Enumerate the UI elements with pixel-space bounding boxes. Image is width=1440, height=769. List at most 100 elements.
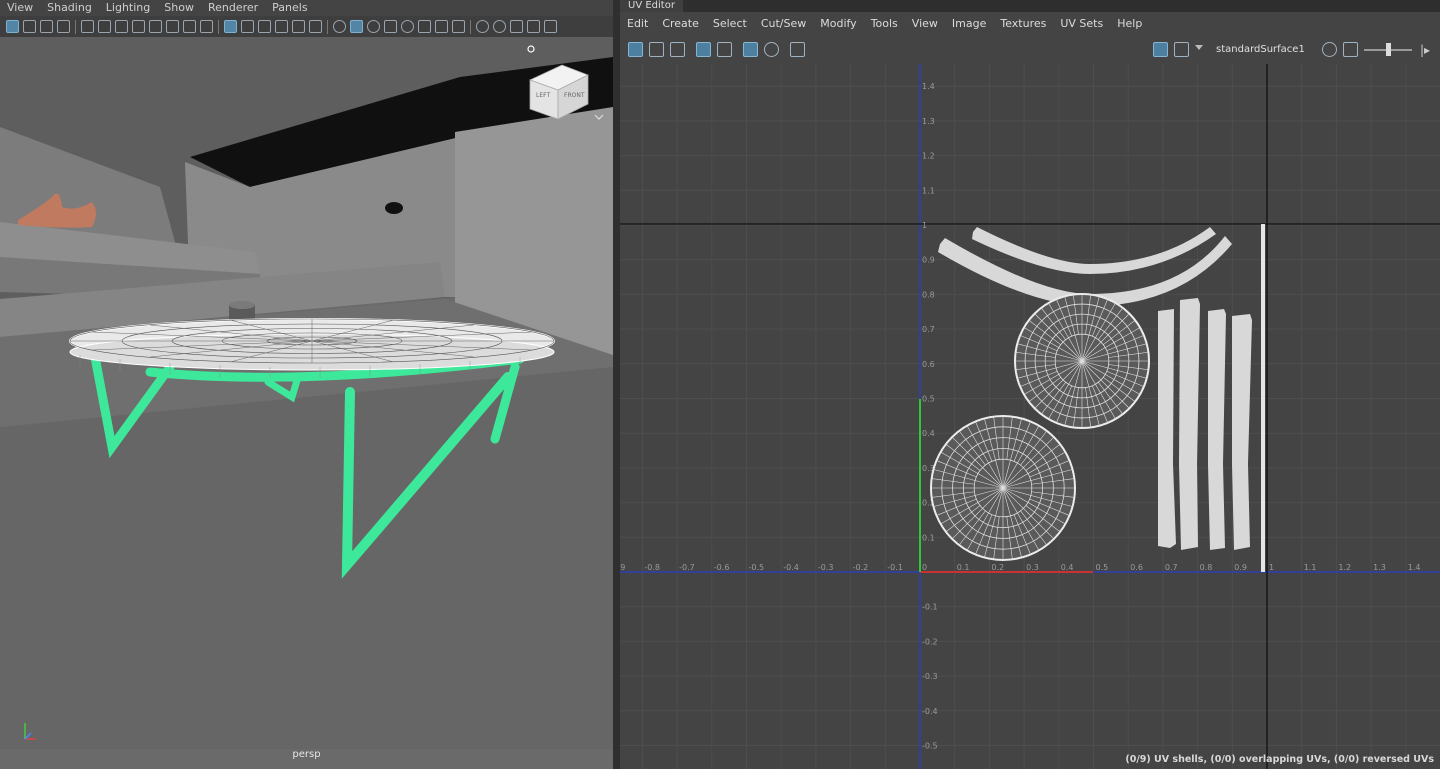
motion-blur-icon[interactable] xyxy=(418,20,431,33)
uv-shell-circle-upper[interactable] xyxy=(1014,293,1150,429)
lighting-sphere-icon[interactable] xyxy=(476,20,489,33)
uv-refresh-icon[interactable] xyxy=(1322,42,1337,57)
default-material-icon[interactable] xyxy=(258,20,271,33)
view-cube-front-label: FRONT xyxy=(564,92,585,99)
v-axis-label: 1.3 xyxy=(922,117,935,126)
viewport-menu-show[interactable]: Show xyxy=(157,0,201,16)
uv-toolbar-expand-icon[interactable]: |▸ xyxy=(1420,43,1430,57)
uv-menu-textures[interactable]: Textures xyxy=(993,17,1053,30)
uv-menu-image[interactable]: Image xyxy=(945,17,993,30)
viewport-menu-view[interactable]: View xyxy=(0,0,40,16)
uv-menu-view[interactable]: View xyxy=(905,17,945,30)
uv-menu-help[interactable]: Help xyxy=(1110,17,1149,30)
wireframe-icon[interactable] xyxy=(224,20,237,33)
panel-divider[interactable] xyxy=(613,0,620,769)
uv-editor-panel: UV Editor Edit Create Select Cut/Sew Mod… xyxy=(620,0,1440,769)
safe-action-icon[interactable] xyxy=(149,20,162,33)
uv-menu-modify[interactable]: Modify xyxy=(813,17,863,30)
anti-aliasing-icon[interactable] xyxy=(435,20,448,33)
uv-editor-menubar: Edit Create Select Cut/Sew Modify Tools … xyxy=(620,12,1440,34)
safe-title-icon[interactable] xyxy=(166,20,179,33)
uv-shell-thin-strip[interactable] xyxy=(1261,224,1265,572)
film-gate-icon[interactable] xyxy=(81,20,94,33)
viewport-menu-renderer[interactable]: Renderer xyxy=(201,0,265,16)
uv-distortion-icon[interactable] xyxy=(649,42,664,57)
viewport-toolbar xyxy=(0,16,613,37)
u-axis-label: -0.3 xyxy=(818,563,834,572)
u-axis-label: -0.9 xyxy=(620,563,625,572)
uv-editor-titlebar: UV Editor xyxy=(620,0,1440,12)
xray-icon[interactable] xyxy=(350,20,363,33)
v-axis-label: 1.1 xyxy=(922,186,935,195)
u-axis-label: 1.2 xyxy=(1338,563,1351,572)
use-all-lights-icon[interactable] xyxy=(309,20,322,33)
uv-isolate-icon[interactable] xyxy=(764,42,779,57)
uv-editor-title[interactable]: UV Editor xyxy=(620,0,683,12)
uv-shell-circle-lower[interactable] xyxy=(930,415,1076,561)
bookmarks-icon[interactable] xyxy=(40,20,53,33)
uv-wireframe-icon[interactable] xyxy=(743,42,758,57)
field-chart-icon[interactable] xyxy=(132,20,145,33)
u-axis-label: -0.1 xyxy=(887,563,903,572)
gate-mask-icon[interactable] xyxy=(115,20,128,33)
u-axis-label: 0 xyxy=(922,563,927,572)
grease-pencil-icon[interactable] xyxy=(200,20,213,33)
toolbar-separator xyxy=(327,19,328,34)
uv-image-icon[interactable] xyxy=(1343,42,1358,57)
textured-icon[interactable] xyxy=(292,20,305,33)
uv-editor-toolbar: standardSurface1 |▸ xyxy=(620,34,1440,64)
u-axis-label: 1.4 xyxy=(1408,563,1421,572)
u-axis-label: 1.1 xyxy=(1304,563,1317,572)
gamma-icon[interactable] xyxy=(527,20,540,33)
uv-pixel-snap-icon[interactable] xyxy=(717,42,732,57)
u-axis-label: 0.1 xyxy=(957,563,970,572)
xray-joints-icon[interactable] xyxy=(367,20,380,33)
uv-checker-toggle-icon[interactable] xyxy=(1174,42,1189,57)
viewport-menu-panels[interactable]: Panels xyxy=(265,0,314,16)
pan-zoom-icon[interactable] xyxy=(183,20,196,33)
viewport-menu-lighting[interactable]: Lighting xyxy=(99,0,157,16)
uv-grid-canvas[interactable]: -0.9 -0.8 -0.7 -0.6 -0.5 -0.4 -0.3 -0.2 -0.1 0 0.1… xyxy=(620,64,1440,769)
uv-snapshot-icon[interactable] xyxy=(790,42,805,57)
uv-checker-icon[interactable] xyxy=(670,42,685,57)
viewport-panel[interactable]: View Shading Lighting Show Renderer Pane… xyxy=(0,0,613,769)
u-axis-label: 0.6 xyxy=(1130,563,1143,572)
uv-menu-uv-sets[interactable]: UV Sets xyxy=(1053,17,1110,30)
isolate-select-icon[interactable] xyxy=(333,20,346,33)
wireframe-on-shaded-icon[interactable] xyxy=(275,20,288,33)
color-management-icon[interactable] xyxy=(544,20,557,33)
resolution-gate-icon[interactable] xyxy=(98,20,111,33)
uv-image-display-icon[interactable] xyxy=(1153,42,1168,57)
exposure-icon[interactable] xyxy=(510,20,523,33)
viewport-menu-shading[interactable]: Shading xyxy=(40,0,99,16)
uv-shell-select-icon[interactable] xyxy=(628,42,643,57)
view-cube-left-label: LEFT xyxy=(536,92,550,99)
uv-grid-icon[interactable] xyxy=(696,42,711,57)
v-axis-label: -0.2 xyxy=(922,637,938,646)
uv-menu-create[interactable]: Create xyxy=(655,17,706,30)
v-axis-label: 1 xyxy=(922,221,927,230)
camera-sphere-icon[interactable] xyxy=(493,20,506,33)
u-axis-label: 1.3 xyxy=(1373,563,1386,572)
shader-selector[interactable]: standardSurface1 xyxy=(1214,42,1316,58)
uv-menu-tools[interactable]: Tools xyxy=(864,17,905,30)
ambient-occlusion-icon[interactable] xyxy=(401,20,414,33)
chevron-down-icon[interactable] xyxy=(1195,45,1203,50)
uv-brightness-slider-handle[interactable] xyxy=(1386,43,1391,56)
toolbar-separator xyxy=(218,19,219,34)
camera-attributes-icon[interactable] xyxy=(23,20,36,33)
image-plane-icon[interactable] xyxy=(57,20,70,33)
u-axis-label: -0.4 xyxy=(783,563,799,572)
shadows-icon[interactable] xyxy=(384,20,397,33)
smooth-shade-icon[interactable] xyxy=(241,20,254,33)
select-camera-icon[interactable] xyxy=(6,20,19,33)
viewport-3d-scene[interactable]: LEFT FRONT xyxy=(0,37,613,749)
u-axis-label: -0.7 xyxy=(679,563,695,572)
v-axis-label: 0.1 xyxy=(922,533,935,542)
uv-menu-edit[interactable]: Edit xyxy=(620,17,655,30)
v-axis-label: -0.3 xyxy=(922,672,938,681)
uv-menu-select[interactable]: Select xyxy=(706,17,754,30)
u-axis-label: 0.3 xyxy=(1026,563,1039,572)
uv-menu-cut-sew[interactable]: Cut/Sew xyxy=(754,17,813,30)
depth-of-field-icon[interactable] xyxy=(452,20,465,33)
